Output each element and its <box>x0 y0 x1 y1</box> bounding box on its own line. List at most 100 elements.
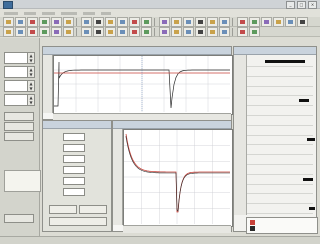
toolbar-button-8[interactable] <box>93 16 104 27</box>
minimize-button[interactable]: _ <box>286 1 295 9</box>
right-data-row <box>247 116 313 126</box>
toolbar-button-19[interactable] <box>237 16 248 27</box>
toolbar-button-17[interactable] <box>207 16 218 27</box>
toolbar-separator <box>154 27 157 36</box>
range-stepper-3[interactable]: ▲ ▼ <box>27 80 35 92</box>
right-panel-header <box>234 47 316 55</box>
toolbar-button-15[interactable] <box>183 16 194 27</box>
measure-field-3[interactable] <box>63 155 85 163</box>
right-data-row <box>247 184 313 195</box>
right-data-row <box>247 67 313 77</box>
menu-item-6[interactable] <box>101 11 111 15</box>
toolbar2-button-17[interactable] <box>207 26 218 37</box>
toolbar2-button-10[interactable] <box>117 26 128 37</box>
menu-item-4[interactable] <box>61 11 77 15</box>
toolbar2-button-13[interactable] <box>159 26 170 37</box>
toolbar-button-9[interactable] <box>105 16 116 27</box>
toolbar-button-11[interactable] <box>129 16 140 27</box>
toolbar2-button-20[interactable] <box>249 26 260 37</box>
measure-field-6[interactable] <box>63 188 85 196</box>
menu-item-3[interactable] <box>42 11 55 15</box>
right-data-row <box>247 135 315 146</box>
toolbar-icon-14 <box>174 19 179 24</box>
toolbar2-icon-2 <box>18 29 23 34</box>
toolbar2-button-2[interactable] <box>15 26 26 37</box>
menu-item-5[interactable] <box>83 11 95 15</box>
range-stepper-4[interactable]: ▲ ▼ <box>27 94 35 106</box>
measure-field-4[interactable] <box>63 166 85 174</box>
toolbar-button-1[interactable] <box>3 16 14 27</box>
toolbar-button-21[interactable] <box>261 16 272 27</box>
left-option-button-2[interactable] <box>4 122 34 131</box>
toolbar2-button-7[interactable] <box>81 26 92 37</box>
measure-row-4 <box>47 166 85 174</box>
toolbar-icon-17 <box>210 19 215 24</box>
toolbar-button-12[interactable] <box>141 16 152 27</box>
toolbar2-button-1[interactable] <box>3 26 14 37</box>
toolbar2-button-4[interactable] <box>39 26 50 37</box>
close-button[interactable]: × <box>308 1 317 9</box>
range-stepper-2[interactable]: ▲ ▼ <box>27 66 35 78</box>
toolbar2-button-12[interactable] <box>141 26 152 37</box>
measure-button-3[interactable] <box>49 217 107 226</box>
bottom-plot-area[interactable] <box>123 129 233 227</box>
channel-range-field-2[interactable] <box>4 66 28 78</box>
measure-button-1[interactable] <box>49 205 77 214</box>
menu-item-1[interactable] <box>4 11 18 15</box>
left-option-button-1[interactable] <box>4 112 34 121</box>
toolbar-button-7[interactable] <box>81 16 92 27</box>
toolbar-button-5[interactable] <box>51 16 62 27</box>
menu-item-2[interactable] <box>24 11 36 15</box>
toolbar2-button-6[interactable] <box>63 26 74 37</box>
toolbar2-icon-13 <box>162 29 167 34</box>
bottom-vertical-scale[interactable] <box>113 129 123 225</box>
toolbar-button-14[interactable] <box>171 16 182 27</box>
toolbar2-icon-17 <box>210 29 215 34</box>
top-plot-area[interactable] <box>53 55 233 115</box>
right-data-bar <box>303 177 313 181</box>
measure-button-2[interactable] <box>79 205 107 214</box>
channel-range-field-3[interactable] <box>4 80 28 92</box>
toolbar2-icon-14 <box>174 29 179 34</box>
toolbar-icon-21 <box>264 19 269 24</box>
measure-row-3 <box>47 155 85 163</box>
measure-field-2[interactable] <box>63 144 85 152</box>
toolbar2-button-16[interactable] <box>195 26 206 37</box>
toolbar2-button-19[interactable] <box>237 26 248 37</box>
channel-range-field-4[interactable] <box>4 94 28 106</box>
toolbar-button-6[interactable] <box>63 16 74 27</box>
measure-field-1[interactable] <box>63 133 85 141</box>
toolbar-button-13[interactable] <box>159 16 170 27</box>
toolbar2-button-14[interactable] <box>171 26 182 37</box>
toolbar-button-4[interactable] <box>39 16 50 27</box>
toolbar2-button-8[interactable] <box>93 26 104 37</box>
toolbar2-button-18[interactable] <box>219 26 230 37</box>
right-panel-scale[interactable] <box>234 55 247 215</box>
toolbar2-button-9[interactable] <box>105 26 116 37</box>
toolbar-button-18[interactable] <box>219 16 230 27</box>
toolbar2-button-15[interactable] <box>183 26 194 37</box>
toolbar-button-16[interactable] <box>195 16 206 27</box>
measure-field-5[interactable] <box>63 177 85 185</box>
bottom-time-scale[interactable] <box>123 225 231 233</box>
toolbar2-button-5[interactable] <box>51 26 62 37</box>
toolbar-button-22[interactable] <box>273 16 284 27</box>
left-option-button-4[interactable] <box>4 214 34 223</box>
toolbar-button-23[interactable] <box>285 16 296 27</box>
toolbar-icon-13 <box>162 19 167 24</box>
toolbar-button-10[interactable] <box>117 16 128 27</box>
left-option-button-3[interactable] <box>4 132 34 141</box>
legend-swatch-secondary <box>250 226 255 231</box>
toolbar-button-2[interactable] <box>15 16 26 27</box>
toolbar-button-24[interactable] <box>297 16 308 27</box>
maximize-button[interactable]: □ <box>297 1 306 9</box>
channel-range-field-1[interactable] <box>4 52 28 64</box>
range-stepper-1[interactable]: ▲ ▼ <box>27 52 35 64</box>
toolbar2-button-3[interactable] <box>27 26 38 37</box>
toolbar-button-20[interactable] <box>249 16 260 27</box>
toolbar2-button-11[interactable] <box>129 26 140 37</box>
toolbar-icon-7 <box>84 19 89 24</box>
top-vertical-scale[interactable] <box>43 55 53 113</box>
toolbar-button-3[interactable] <box>27 16 38 27</box>
toolbar2-icon-10 <box>120 29 125 34</box>
